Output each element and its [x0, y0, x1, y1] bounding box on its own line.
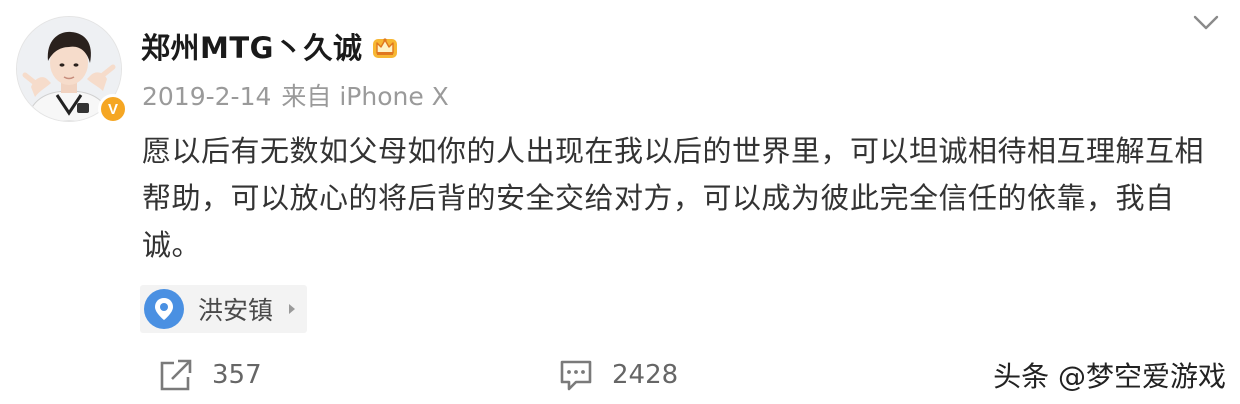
verified-badge-letter: V [107, 100, 118, 118]
location-chip[interactable]: 洪安镇 [140, 285, 308, 333]
crown-icon[interactable] [370, 31, 400, 61]
comment-icon [560, 360, 592, 391]
location-name: 洪安镇 [198, 296, 274, 325]
post-text: 愿以后有无数如父母如你的人出现在我以后的世界里，可以坦诚相待相互理解互相帮助，可… [142, 134, 1205, 262]
repost-count: 357 [212, 360, 262, 390]
avatar-container[interactable]: V [16, 16, 128, 124]
chevron-right-icon [289, 304, 296, 314]
verified-badge: V [98, 94, 128, 124]
comment-count: 2428 [612, 360, 679, 390]
share-icon [160, 359, 192, 391]
comment-button[interactable]: 2428 [558, 355, 678, 395]
post-meta: 2019-2-14 来自 iPhone X [142, 77, 449, 113]
location-pin-icon [144, 289, 184, 329]
repost-button[interactable]: 357 [158, 355, 262, 395]
watermark: 头条 @梦空爱游戏 [993, 360, 1226, 393]
username-row: 郑州MTG丶久诚 [141, 22, 400, 70]
chevron-down-icon[interactable] [1192, 12, 1220, 34]
post-source: 来自 iPhone X [281, 82, 449, 111]
username[interactable]: 郑州MTG丶久诚 [141, 25, 362, 67]
post-date: 2019-2-14 [142, 82, 272, 111]
